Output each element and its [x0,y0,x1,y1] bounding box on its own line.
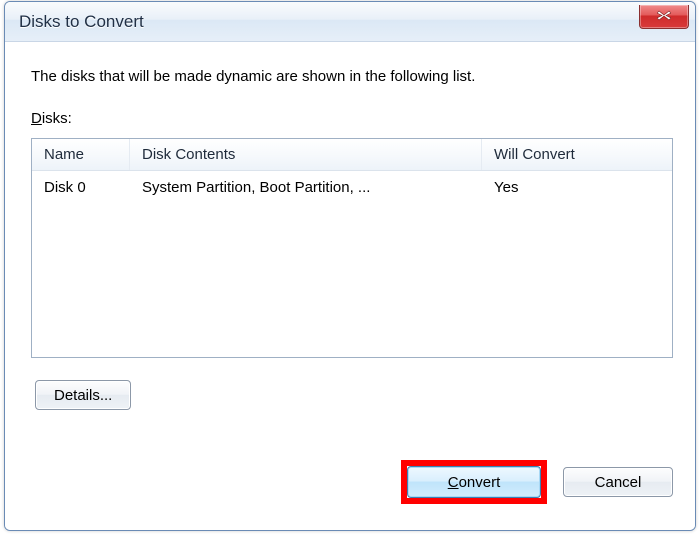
column-header-contents[interactable]: Disk Contents [130,139,482,170]
window-title: Disks to Convert [19,12,144,32]
titlebar[interactable]: Disks to Convert [5,2,695,42]
table-row[interactable]: Disk 0 System Partition, Boot Partition,… [32,171,672,203]
close-button[interactable] [639,5,689,29]
list-header: Name Disk Contents Will Convert [32,139,672,171]
disks-label-underline: D [31,110,42,127]
convert-button[interactable]: Convert [407,466,541,498]
dialog-window: Disks to Convert The disks that will be … [4,1,696,531]
disks-list: Name Disk Contents Will Convert Disk 0 S… [31,138,673,358]
disks-label: Disks: [31,110,72,127]
close-icon [657,8,671,25]
description-text: The disks that will be made dynamic are … [31,68,671,85]
convert-highlight: Convert [401,460,547,504]
disks-label-rest: isks: [42,110,72,127]
cancel-button[interactable]: Cancel [563,467,673,497]
details-button[interactable]: Details... [35,380,131,410]
client-area: The disks that will be made dynamic are … [5,42,695,530]
convert-rest: onvert [459,474,501,491]
cell-will-convert: Yes [482,171,672,203]
cell-contents: System Partition, Boot Partition, ... [130,171,482,203]
cell-name: Disk 0 [32,171,130,203]
column-header-will-convert[interactable]: Will Convert [482,139,672,170]
convert-underline: C [448,474,459,491]
column-header-name[interactable]: Name [32,139,130,170]
separator [35,436,673,437]
